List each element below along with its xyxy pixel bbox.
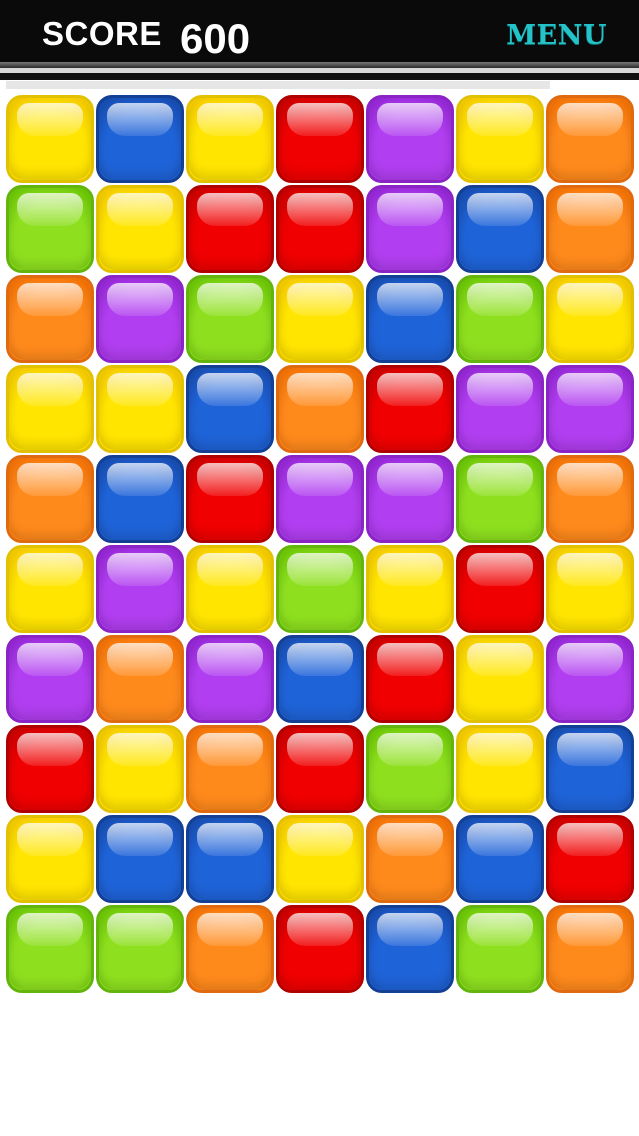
yellow-tile[interactable]: [456, 725, 544, 813]
yellow-tile[interactable]: [546, 545, 634, 633]
green-tile[interactable]: [6, 185, 94, 273]
score-value: 600: [180, 15, 251, 62]
purple-tile[interactable]: [546, 365, 634, 453]
red-tile[interactable]: [366, 365, 454, 453]
menu-button[interactable]: MENU: [506, 18, 607, 54]
yellow-tile[interactable]: [276, 275, 364, 363]
blue-tile[interactable]: [96, 95, 184, 183]
orange-tile[interactable]: [546, 95, 634, 183]
orange-tile[interactable]: [546, 905, 634, 993]
yellow-tile[interactable]: [96, 185, 184, 273]
orange-tile[interactable]: [366, 815, 454, 903]
top-bar: SCORE 600 MENU: [0, 0, 639, 62]
purple-tile[interactable]: [96, 275, 184, 363]
green-tile[interactable]: [456, 455, 544, 543]
blue-tile[interactable]: [366, 905, 454, 993]
purple-tile[interactable]: [6, 635, 94, 723]
yellow-tile[interactable]: [96, 365, 184, 453]
header-divider-shadow: [0, 73, 639, 80]
purple-tile[interactable]: [96, 545, 184, 633]
orange-tile[interactable]: [276, 365, 364, 453]
green-tile[interactable]: [366, 725, 454, 813]
purple-tile[interactable]: [546, 635, 634, 723]
yellow-tile[interactable]: [456, 635, 544, 723]
blue-tile[interactable]: [366, 275, 454, 363]
orange-tile[interactable]: [186, 725, 274, 813]
orange-tile[interactable]: [96, 635, 184, 723]
blue-tile[interactable]: [96, 455, 184, 543]
yellow-tile[interactable]: [96, 725, 184, 813]
yellow-tile[interactable]: [456, 95, 544, 183]
blue-tile[interactable]: [96, 815, 184, 903]
red-tile[interactable]: [276, 905, 364, 993]
blue-tile[interactable]: [186, 815, 274, 903]
yellow-tile[interactable]: [6, 365, 94, 453]
yellow-tile[interactable]: [6, 545, 94, 633]
yellow-tile[interactable]: [6, 815, 94, 903]
yellow-tile[interactable]: [366, 545, 454, 633]
blue-tile[interactable]: [186, 365, 274, 453]
red-tile[interactable]: [546, 815, 634, 903]
red-tile[interactable]: [276, 95, 364, 183]
red-tile[interactable]: [456, 545, 544, 633]
green-tile[interactable]: [456, 275, 544, 363]
orange-tile[interactable]: [546, 185, 634, 273]
purple-tile[interactable]: [366, 185, 454, 273]
orange-tile[interactable]: [186, 905, 274, 993]
yellow-tile[interactable]: [6, 95, 94, 183]
red-tile[interactable]: [366, 635, 454, 723]
yellow-tile[interactable]: [546, 275, 634, 363]
score-label: SCORE: [42, 15, 162, 52]
yellow-tile[interactable]: [186, 95, 274, 183]
game-board: [6, 95, 634, 995]
progress-track: [6, 81, 550, 89]
yellow-tile[interactable]: [186, 545, 274, 633]
red-tile[interactable]: [186, 455, 274, 543]
purple-tile[interactable]: [456, 365, 544, 453]
purple-tile[interactable]: [276, 455, 364, 543]
orange-tile[interactable]: [6, 455, 94, 543]
blue-tile[interactable]: [456, 185, 544, 273]
red-tile[interactable]: [6, 725, 94, 813]
red-tile[interactable]: [276, 725, 364, 813]
purple-tile[interactable]: [366, 95, 454, 183]
blue-tile[interactable]: [276, 635, 364, 723]
green-tile[interactable]: [276, 545, 364, 633]
green-tile[interactable]: [456, 905, 544, 993]
green-tile[interactable]: [6, 905, 94, 993]
yellow-tile[interactable]: [276, 815, 364, 903]
blue-tile[interactable]: [456, 815, 544, 903]
purple-tile[interactable]: [366, 455, 454, 543]
red-tile[interactable]: [276, 185, 364, 273]
red-tile[interactable]: [186, 185, 274, 273]
orange-tile[interactable]: [6, 275, 94, 363]
green-tile[interactable]: [186, 275, 274, 363]
purple-tile[interactable]: [186, 635, 274, 723]
green-tile[interactable]: [96, 905, 184, 993]
blue-tile[interactable]: [546, 725, 634, 813]
orange-tile[interactable]: [546, 455, 634, 543]
